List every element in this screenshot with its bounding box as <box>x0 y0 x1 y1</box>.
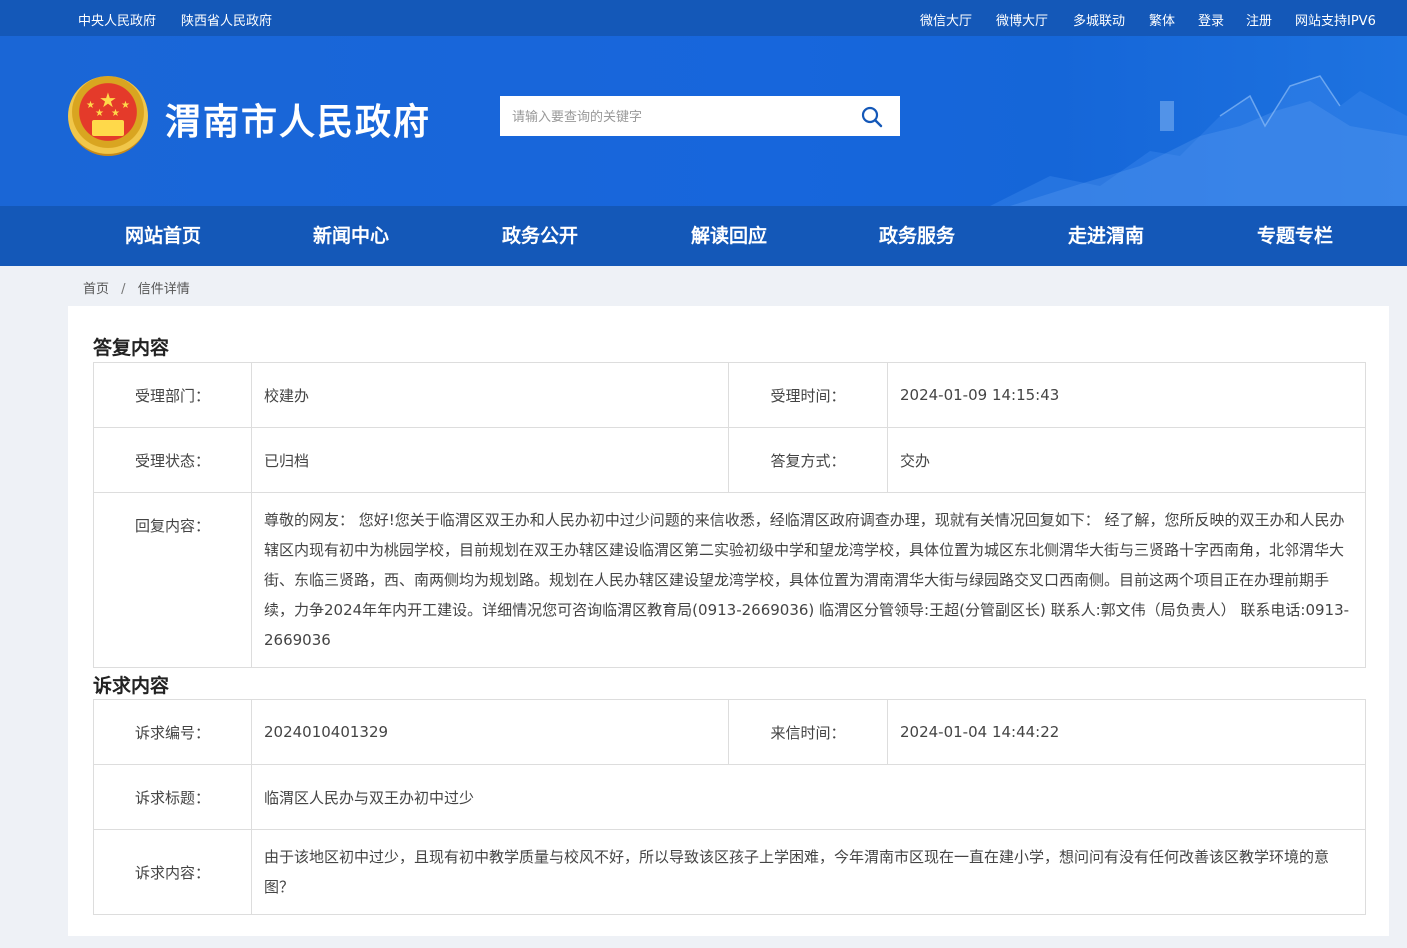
breadcrumb: 首页 / 信件详情 <box>83 278 190 297</box>
search-input[interactable] <box>510 106 844 128</box>
dept-value: 校建办 <box>251 362 729 428</box>
appeal-number-label: 诉求编号： <box>93 699 252 765</box>
link-central-government[interactable]: 中央人民政府 <box>78 10 156 29</box>
mountain-decoration <box>990 75 1407 206</box>
site-header: ★ ★ ★ ★ ★ 渭南市人民政府 <box>0 36 1407 206</box>
top-bar: 中央人民政府 陕西省人民政府 微信大厅 微博大厅 多城联动 繁体 登录 注册 网… <box>0 0 1407 36</box>
table-row: 诉求内容： 由于该地区初中过少，且现有初中教学质量与校风不好，所以导致该区孩子上… <box>93 829 1366 915</box>
link-ipv6-support[interactable]: 网站支持IPV6 <box>1295 10 1376 29</box>
main-nav: 网站首页 新闻中心 政务公开 解读回应 政务服务 走进渭南 专题专栏 <box>0 206 1407 266</box>
appeal-content-value: 由于该地区初中过少，且现有初中教学质量与校风不好，所以导致该区孩子上学困难，今年… <box>251 829 1366 915</box>
letter-time-label: 来信时间： <box>728 699 888 765</box>
nav-gov-affairs[interactable]: 政务公开 <box>450 206 630 266</box>
link-multi-city[interactable]: 多城联动 <box>1073 10 1125 29</box>
breadcrumb-home[interactable]: 首页 <box>83 282 109 297</box>
reply-method-label: 答复方式： <box>728 427 888 493</box>
appeal-title-label: 诉求标题： <box>93 764 252 830</box>
link-wechat-hall[interactable]: 微信大厅 <box>920 10 972 29</box>
letter-time-value: 2024-01-04 14:44:22 <box>887 699 1366 765</box>
link-traditional-chinese[interactable]: 繁体 <box>1149 10 1175 29</box>
nav-news[interactable]: 新闻中心 <box>261 206 441 266</box>
nav-services[interactable]: 政务服务 <box>827 206 1007 266</box>
breadcrumb-current: 信件详情 <box>137 282 190 297</box>
reply-table: 受理部门： 校建办 受理时间： 2024-01-09 14:15:43 受理状态… <box>93 362 1366 668</box>
accept-time-label: 受理时间： <box>728 362 888 428</box>
appeal-table: 诉求编号： 2024010401329 来信时间： 2024-01-04 14:… <box>93 699 1366 915</box>
link-login[interactable]: 登录 <box>1198 10 1224 29</box>
status-value: 已归档 <box>251 427 729 493</box>
table-row: 诉求编号： 2024010401329 来信时间： 2024-01-04 14:… <box>93 699 1366 765</box>
breadcrumb-separator: / <box>121 282 126 297</box>
national-emblem-icon[interactable]: ★ ★ ★ ★ ★ <box>68 76 148 156</box>
appeal-number-value: 2024010401329 <box>251 699 729 765</box>
table-row: 诉求标题： 临渭区人民办与双王办初中过少 <box>93 764 1366 830</box>
nav-special-topics[interactable]: 专题专栏 <box>1205 206 1385 266</box>
appeal-section-title: 诉求内容 <box>93 675 170 697</box>
site-title[interactable]: 渭南市人民政府 <box>165 93 431 145</box>
reply-method-value: 交办 <box>887 427 1366 493</box>
reply-content-label: 回复内容： <box>93 492 252 668</box>
table-row: 受理状态： 已归档 答复方式： 交办 <box>93 427 1366 493</box>
search-icon[interactable] <box>860 105 884 129</box>
nav-home[interactable]: 网站首页 <box>73 206 253 266</box>
dept-label: 受理部门： <box>93 362 252 428</box>
search-box <box>500 96 900 136</box>
nav-interpretation[interactable]: 解读回应 <box>639 206 819 266</box>
appeal-content-label: 诉求内容： <box>93 829 252 915</box>
reply-section-title: 答复内容 <box>93 337 170 359</box>
appeal-title-value: 临渭区人民办与双王办初中过少 <box>251 764 1366 830</box>
status-label: 受理状态： <box>93 427 252 493</box>
table-row: 回复内容： 尊敬的网友： 您好!您关于临渭区双王办和人民办初中过少问题的来信收悉… <box>93 492 1366 668</box>
link-register[interactable]: 注册 <box>1246 10 1272 29</box>
nav-about-weinan[interactable]: 走进渭南 <box>1016 206 1196 266</box>
reply-content-value: 尊敬的网友： 您好!您关于临渭区双王办和人民办初中过少问题的来信收悉，经临渭区政… <box>251 492 1366 668</box>
table-row: 受理部门： 校建办 受理时间： 2024-01-09 14:15:43 <box>93 362 1366 428</box>
link-weibo-hall[interactable]: 微博大厅 <box>996 10 1048 29</box>
accept-time-value: 2024-01-09 14:15:43 <box>887 362 1366 428</box>
link-shaanxi-government[interactable]: 陕西省人民政府 <box>181 10 272 29</box>
